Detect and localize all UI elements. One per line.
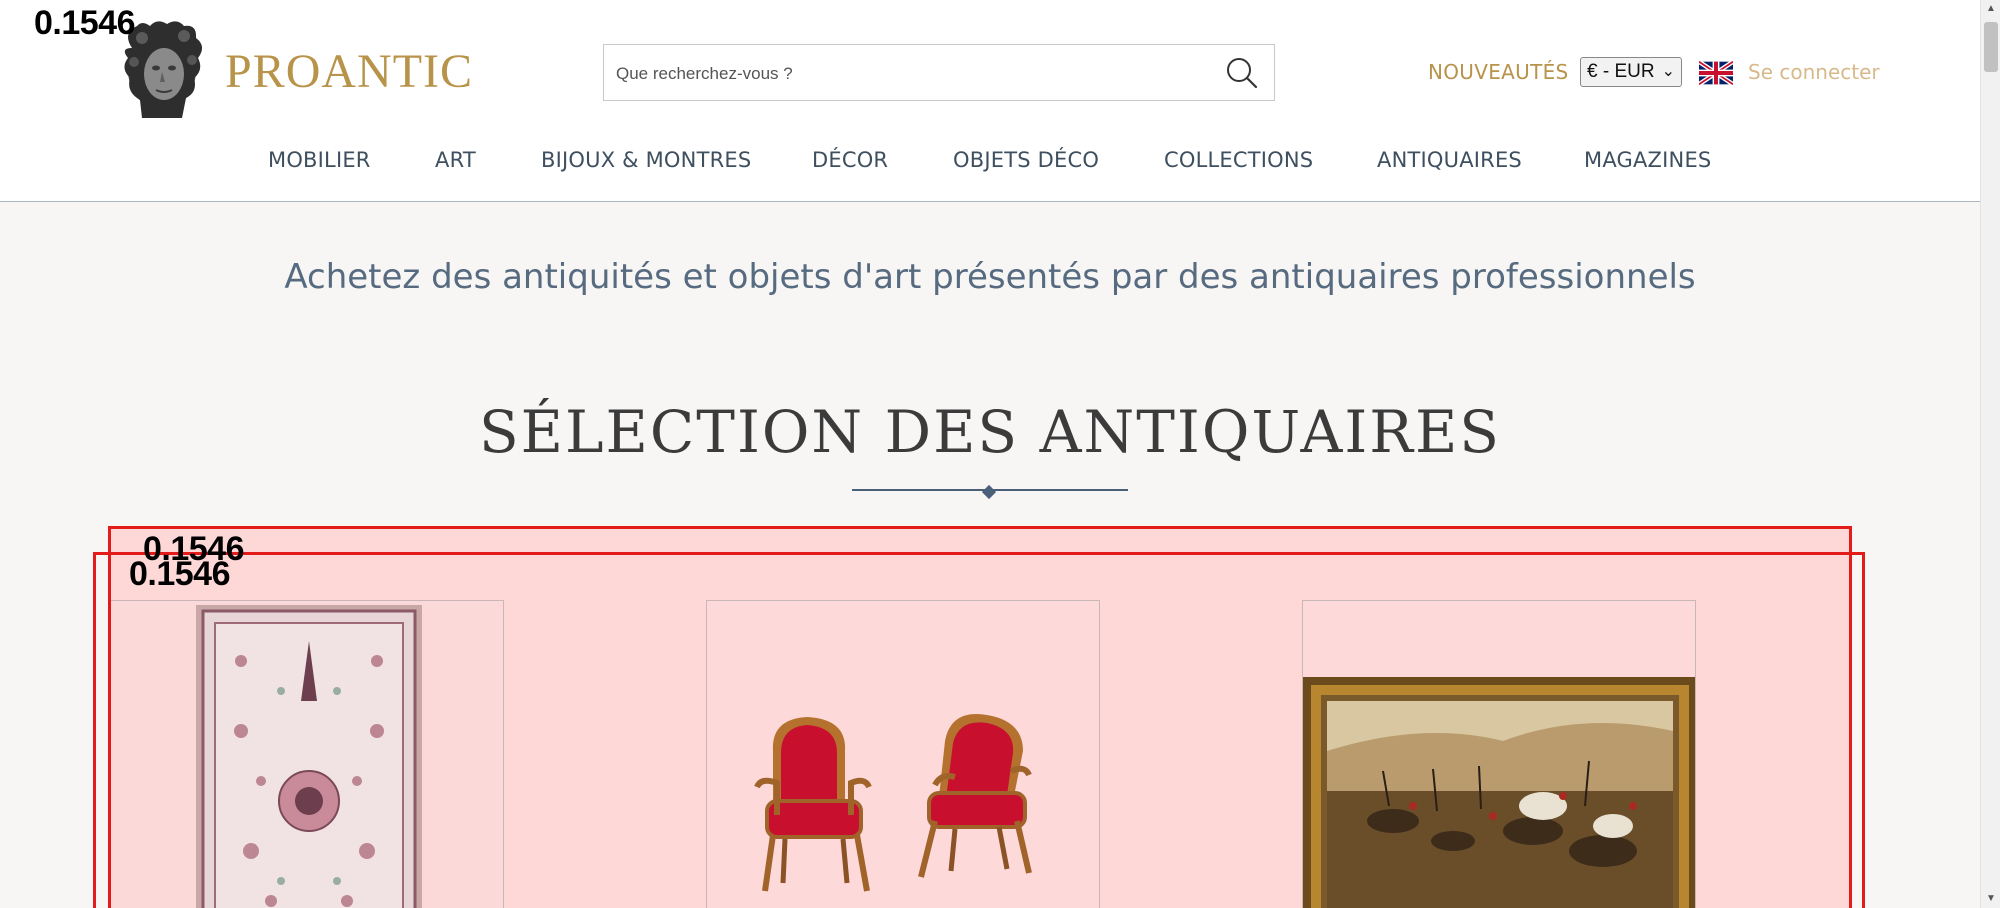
nav-item-decor[interactable]: DÉCOR (812, 148, 888, 172)
currency-select[interactable]: € - EUR ⌄ (1580, 57, 1682, 87)
site-header: PROANTIC NOUVEAUTÉS € - EUR ⌄ Se connect… (0, 0, 1980, 202)
product-card-rug[interactable] (110, 600, 504, 908)
login-link[interactable]: Se connecter (1748, 60, 1880, 84)
search-bar (603, 44, 1275, 101)
scroll-down-icon[interactable]: ▼ (1981, 890, 2000, 908)
nav-item-art[interactable]: ART (435, 148, 476, 172)
tagline: Achetez des antiquités et objets d'art p… (284, 257, 1696, 297)
nav-item-collections[interactable]: COLLECTIONS (1164, 148, 1313, 172)
logo-wordmark[interactable]: PROANTIC (225, 44, 473, 99)
section-title: SÉLECTION DES ANTIQUAIRES (478, 398, 1502, 466)
title-divider-diamond (981, 484, 997, 500)
annotation-score-label: 0.1546 (34, 4, 136, 42)
page: PROANTIC NOUVEAUTÉS € - EUR ⌄ Se connect… (0, 0, 2000, 908)
nav-item-objets-deco[interactable]: OBJETS DÉCO (953, 148, 1099, 172)
uk-flag-icon[interactable] (1699, 61, 1733, 85)
search-input[interactable] (614, 53, 1198, 95)
persian-rug-image (196, 605, 422, 908)
currency-value: € - EUR (1587, 61, 1655, 82)
scroll-up-icon[interactable]: ▲ (1981, 0, 2000, 18)
chevron-down-icon: ⌄ (1661, 63, 1675, 80)
nav-item-bijoux-montres[interactable]: BIJOUX & MONTRES (541, 148, 751, 172)
scrollbar-thumb[interactable] (1984, 22, 1998, 72)
nav-item-antiquaires[interactable]: ANTIQUAIRES (1377, 148, 1522, 172)
nav-item-magazines[interactable]: MAGAZINES (1584, 148, 1711, 172)
pair-of-armchairs-image (707, 601, 1099, 908)
search-icon[interactable] (1224, 55, 1260, 91)
annotation-score-label: 0.1546 (129, 555, 231, 593)
product-card-painting[interactable] (1302, 600, 1696, 908)
page-scrollbar[interactable]: ▲ ▼ (1980, 0, 2000, 908)
product-card-armchairs[interactable] (706, 600, 1100, 908)
nouveautes-link[interactable]: NOUVEAUTÉS (1428, 60, 1569, 84)
nav-item-mobilier[interactable]: MOBILIER (268, 148, 371, 172)
battle-painting-image (1303, 601, 1695, 908)
